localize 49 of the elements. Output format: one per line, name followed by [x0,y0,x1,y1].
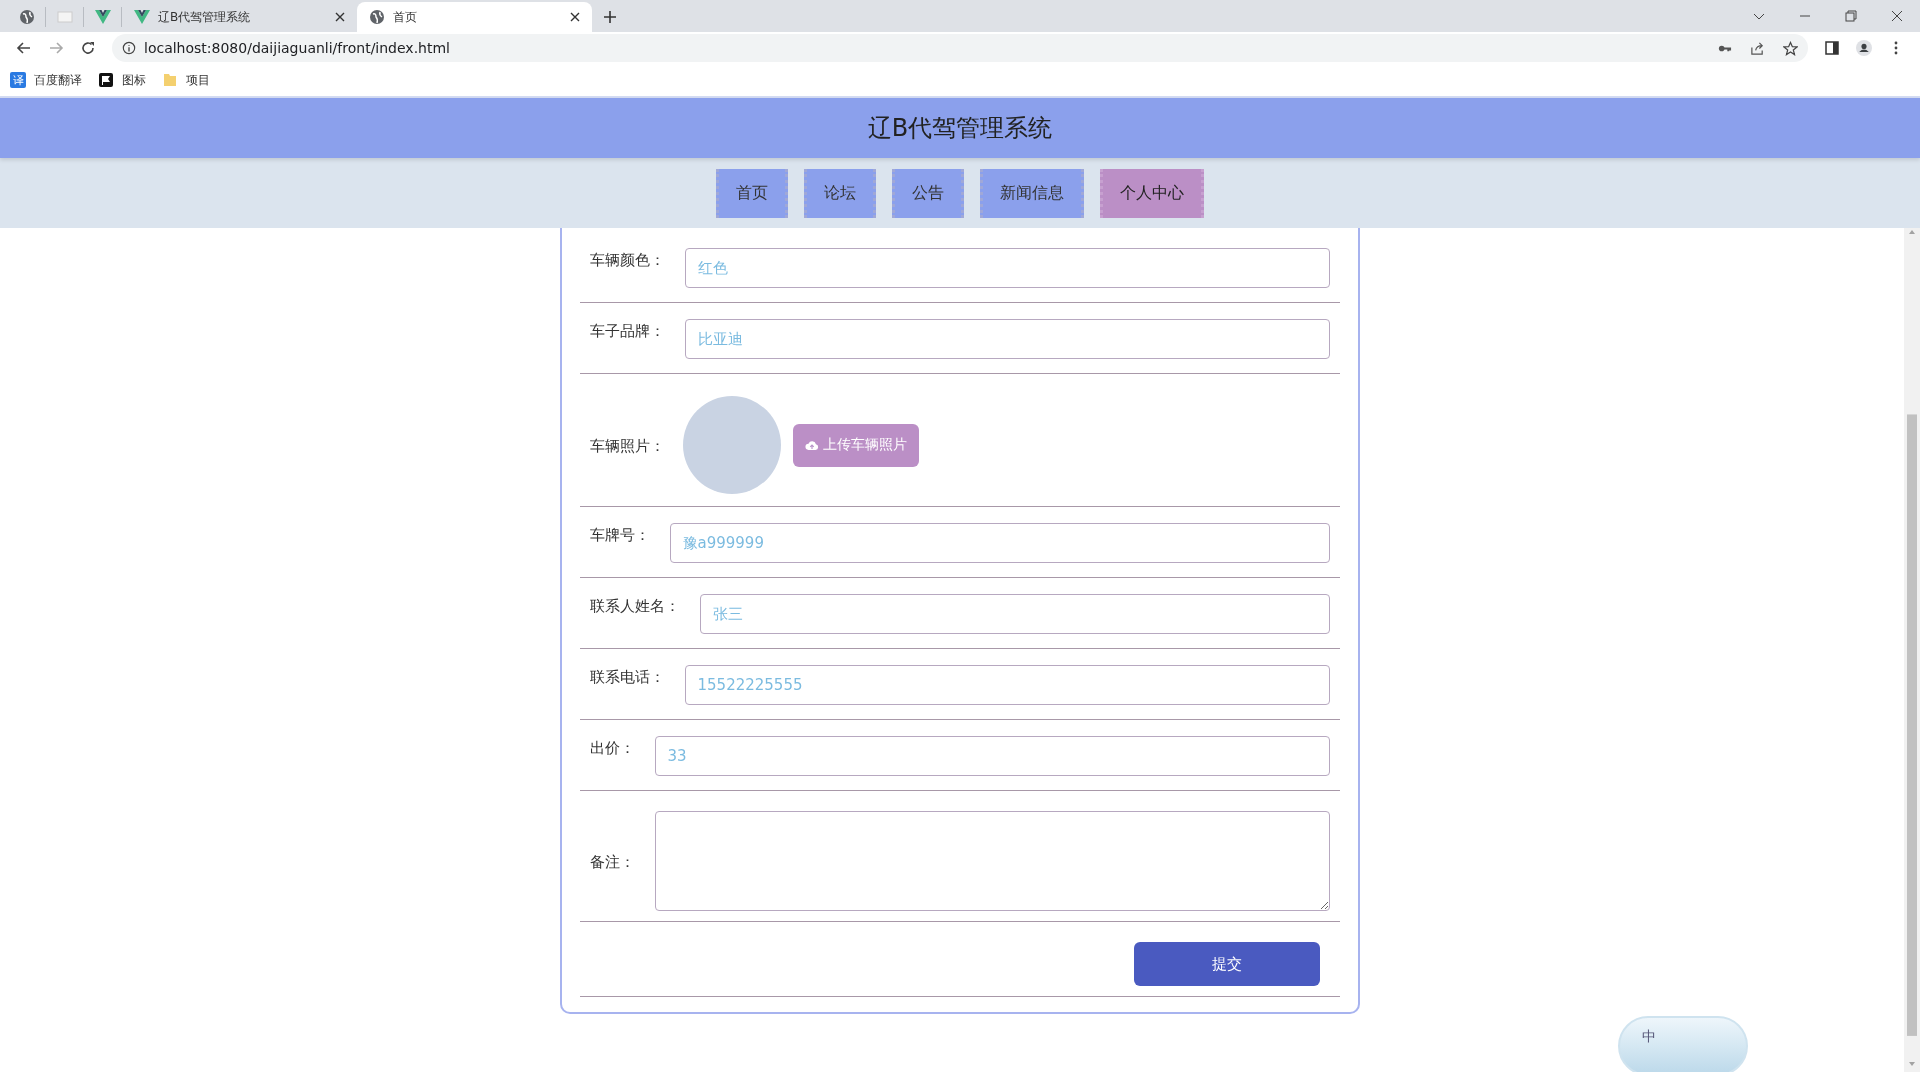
info-icon [122,41,136,55]
profile-icon[interactable] [1856,40,1872,56]
back-icon[interactable] [16,40,32,56]
field-label: 备注： [589,852,635,872]
page-icon [57,9,73,25]
close-icon[interactable] [570,12,580,22]
reload-icon[interactable] [80,40,96,56]
field-label: 联系电话： [589,667,665,687]
folder-icon [162,72,178,88]
cloud-upload-icon [804,439,819,451]
bookmark[interactable]: 项目 [162,71,210,89]
address-bar[interactable]: localhost:8080/daijiaguanli/front/index.html [112,34,1808,62]
field-label: 车辆照片： [589,436,665,456]
scrollbar-drawing[interactable] [1904,228,1920,1072]
restore-icon[interactable] [1845,10,1857,22]
close-icon[interactable] [1891,10,1903,22]
bookmark[interactable]: 图标 [98,71,146,89]
field-label: 出价： [589,738,635,758]
v-logo-icon [134,9,150,25]
field-label: 车牌号： [589,525,650,545]
sidebar-icon[interactable] [1824,40,1840,56]
nav-item[interactable]: 新闻信息 [980,168,1084,218]
v-logo-icon [95,9,111,25]
textarea-field[interactable] [654,811,1330,911]
nav-item[interactable]: 公告 [892,168,964,218]
browser-tab[interactable]: 辽B代驾管理系统 [122,2,357,32]
globe-icon [19,9,35,25]
close-icon[interactable] [335,12,345,22]
field-label: 联系人姓名： [589,596,680,616]
nav-item[interactable]: 首页 [716,168,788,218]
star-icon[interactable] [1783,40,1798,56]
tab-title: 首页 [393,8,418,26]
site-title: 辽B代驾管理系统 [867,113,1053,144]
globe-icon [369,9,385,25]
nav-item[interactable]: 论坛 [804,168,876,218]
field-label: 车子品牌： [589,321,665,341]
url-text: localhost:8080/daijiaguanli/front/index.html [144,40,450,56]
translate-icon: 译 [10,72,26,88]
browser-tab[interactable]: 首页 [357,2,592,32]
bookmark[interactable]: 译 百度翻译 [10,71,82,89]
flag-icon [98,72,114,88]
submit-button[interactable]: 提交 [1133,942,1320,986]
upload-button[interactable]: 上传车辆照片 [792,423,919,467]
field-label: 车辆颜色： [589,250,665,270]
nav-item[interactable]: 个人中心 [1100,168,1204,218]
share-icon[interactable] [1750,40,1765,56]
tab-title: 辽B代驾管理系统 [158,8,252,26]
new-tab-icon[interactable] [604,11,616,23]
ime-toolbar[interactable]: 中 [1618,1016,1748,1072]
